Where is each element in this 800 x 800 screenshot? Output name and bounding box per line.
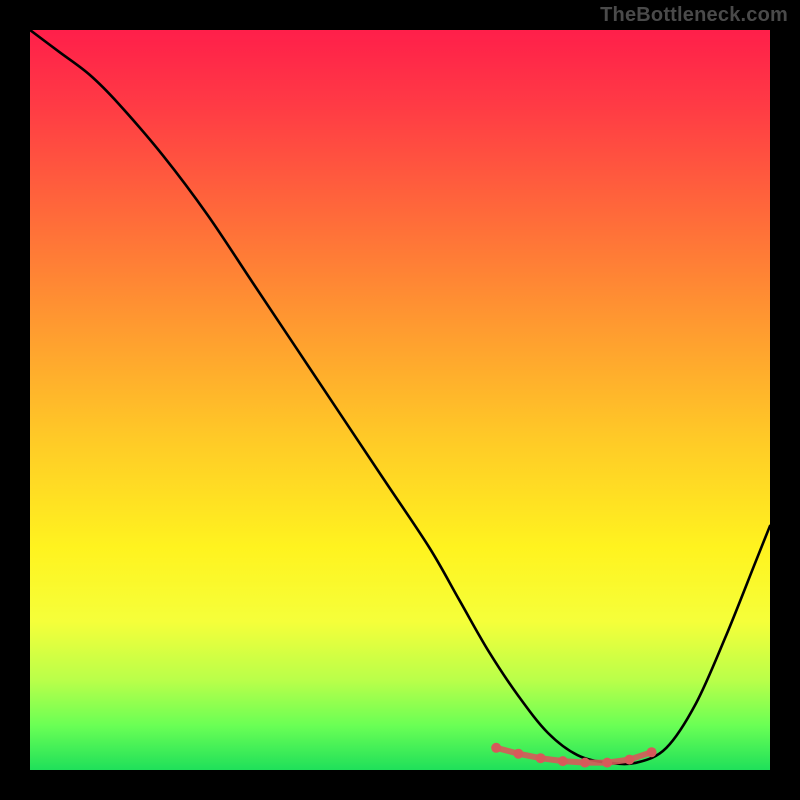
- minimum-band-line: [496, 748, 651, 763]
- plot-area: [30, 30, 770, 770]
- bottleneck-curve: [30, 30, 770, 764]
- attribution-label: TheBottleneck.com: [600, 4, 788, 27]
- minimum-band-dot: [491, 743, 501, 753]
- minimum-band-dot: [624, 755, 634, 765]
- curve-layer: [30, 30, 770, 770]
- chart-frame: TheBottleneck.com: [0, 0, 800, 800]
- minimum-band-markers: [491, 743, 656, 768]
- minimum-band-dot: [536, 753, 546, 763]
- minimum-band-dot: [602, 758, 612, 768]
- minimum-band-dot: [580, 758, 590, 768]
- minimum-band-dot: [647, 747, 657, 757]
- minimum-band-dot: [513, 749, 523, 759]
- minimum-band-dot: [558, 756, 568, 766]
